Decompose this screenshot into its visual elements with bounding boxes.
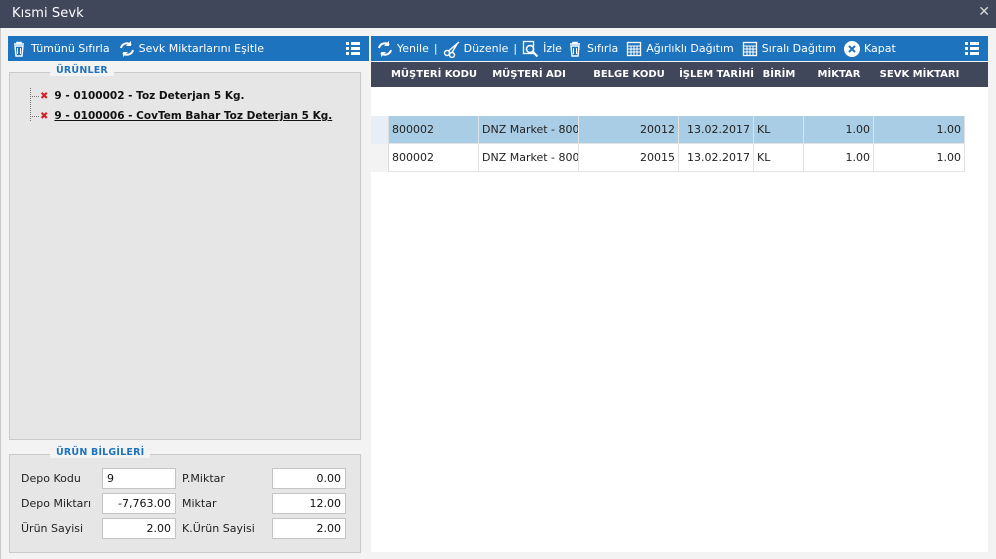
reset-all-button[interactable]: Tümünü Sıfırla [8, 36, 112, 61]
cell-transaction-date: 13.02.2017 [679, 116, 754, 144]
product-info-group: ÜRÜN BİLGİLERİ Depo Kodu Depo Miktarı Ür… [9, 447, 361, 553]
watch-label: İzle [543, 42, 562, 55]
tree-item-label: 9 - 0100006 - CovTem Bahar Toz Deterjan … [54, 110, 333, 122]
urun-sayisi-label: Ürün Sayisi [21, 522, 84, 535]
calculator-icon [741, 40, 759, 58]
sequential-distribution-label: Sıralı Dağıtım [761, 42, 837, 55]
window-title: Kısmi Sevk [12, 6, 84, 21]
tree-item-product[interactable]: ✖ 9 - 0100002 - Toz Deterjan 5 Kg. [28, 86, 332, 106]
depo-kodu-label: Depo Kodu [21, 472, 81, 485]
menu-list-icon[interactable] [345, 40, 361, 56]
magnifier-icon [522, 40, 540, 58]
weighted-distribution-label: Ağırlıklı Dağıtım [646, 42, 734, 55]
miktar-field[interactable] [272, 493, 346, 514]
column-header-transaction-date[interactable]: İŞLEM TARİHİ [679, 62, 754, 87]
refresh-arrows-icon [118, 40, 136, 58]
depo-kodu-field[interactable] [102, 468, 176, 489]
tree-item-label: 9 - 0100002 - Toz Deterjan 5 Kg. [54, 90, 245, 102]
refresh-arrows-icon [376, 40, 394, 58]
column-header-shipment-quantity[interactable]: SEVK MİKTARI [874, 62, 965, 87]
cell-document-code: 20012 [579, 116, 679, 144]
p-miktar-label: P.Miktar [182, 472, 225, 485]
cell-quantity: 1.00 [804, 116, 874, 144]
product-info-legend: ÜRÜN BİLGİLERİ [50, 447, 151, 458]
edit-label: Düzenle [463, 42, 509, 55]
close-button[interactable]: Kapat [841, 36, 898, 61]
table-row[interactable]: 800002 DNZ Market - 800... 20015 13.02.2… [371, 144, 965, 172]
k-urun-sayisi-label: K.Ürün Sayisi [182, 522, 255, 535]
p-miktar-field[interactable] [272, 468, 346, 489]
edit-button[interactable]: Düzenle [441, 36, 511, 61]
right-toolbar: Yenile | Düzenle | İzle Sıfırla Ağırlıkl… [371, 36, 988, 61]
table-row[interactable]: 800002 DNZ Market - 800... 20012 13.02.2… [371, 116, 965, 144]
urun-sayisi-field[interactable] [102, 518, 176, 539]
column-header-customer-code[interactable]: MÜŞTERİ KODU [389, 62, 479, 87]
scissors-icon [443, 40, 461, 58]
reset-all-label: Tümünü Sıfırla [31, 42, 110, 55]
watch-button[interactable]: İzle [520, 36, 564, 61]
column-header-document-code[interactable]: BELGE KODU [579, 62, 679, 87]
cell-customer-code: 800002 [389, 116, 479, 144]
miktar-label: Miktar [182, 497, 217, 510]
left-toolbar: Tümünü Sıfırla Sevk Miktarlarını Eşitle [8, 36, 369, 61]
cell-quantity: 1.00 [804, 144, 874, 172]
refresh-button[interactable]: Yenile [374, 36, 431, 61]
shipment-grid: MÜŞTERİ KODU MÜŞTERİ ADI BELGE KODU İŞLE… [371, 62, 988, 552]
row-indicator[interactable] [371, 116, 389, 144]
depo-miktari-label: Depo Miktarı [21, 497, 91, 510]
calculator-icon [625, 40, 643, 58]
cell-unit: KL [754, 144, 804, 172]
products-tree: ✖ 9 - 0100002 - Toz Deterjan 5 Kg. ✖ 9 -… [28, 86, 332, 126]
cell-customer-name: DNZ Market - 800... [479, 144, 579, 172]
remove-icon[interactable]: ✖ [40, 111, 48, 122]
cell-transaction-date: 13.02.2017 [679, 144, 754, 172]
close-circle-icon [843, 40, 861, 58]
trash-icon [566, 40, 584, 58]
refresh-label: Yenile [397, 42, 429, 55]
cell-document-code: 20015 [579, 144, 679, 172]
sequential-distribution-button[interactable]: Sıralı Dağıtım [739, 36, 838, 61]
close-icon[interactable]: ✕ [978, 4, 990, 20]
menu-list-icon[interactable] [964, 40, 980, 56]
cell-shipment-quantity[interactable]: 1.00 [874, 116, 965, 144]
cell-unit: KL [754, 116, 804, 144]
close-label: Kapat [864, 42, 896, 55]
reset-label: Sıfırla [586, 42, 619, 55]
title-bar: Kısmi Sevk ✕ [0, 0, 996, 28]
k-urun-sayisi-field[interactable] [272, 518, 346, 539]
trash-icon [10, 40, 28, 58]
equalize-button[interactable]: Sevk Miktarlarını Eşitle [116, 36, 266, 61]
column-header-customer-name[interactable]: MÜŞTERİ ADI [479, 62, 579, 87]
equalize-label: Sevk Miktarlarını Eşitle [138, 42, 265, 55]
row-indicator[interactable] [371, 144, 389, 172]
reset-button[interactable]: Sıfırla [564, 36, 620, 61]
products-legend: ÜRÜNLER [50, 65, 114, 76]
toolbar-separator: | [513, 42, 518, 55]
column-header-quantity[interactable]: MİKTAR [804, 62, 874, 87]
toolbar-separator: | [433, 42, 438, 55]
tree-item-product[interactable]: ✖ 9 - 0100006 - CovTem Bahar Toz Deterja… [28, 106, 332, 126]
column-header-unit[interactable]: BİRİM [754, 62, 804, 87]
depo-miktari-field[interactable] [102, 493, 176, 514]
weighted-distribution-button[interactable]: Ağırlıklı Dağıtım [623, 36, 736, 61]
window-body: Tümünü Sıfırla Sevk Miktarlarını Eşitle … [0, 28, 996, 559]
cell-customer-code: 800002 [389, 144, 479, 172]
cell-customer-name: DNZ Market - 800... [479, 116, 579, 144]
products-group: ÜRÜNLER ✖ 9 - 0100002 - Toz Deterjan 5 K… [9, 65, 361, 440]
cell-shipment-quantity[interactable]: 1.00 [874, 144, 965, 172]
remove-icon[interactable]: ✖ [40, 91, 48, 102]
grid-header: MÜŞTERİ KODU MÜŞTERİ ADI BELGE KODU İŞLE… [371, 62, 988, 87]
